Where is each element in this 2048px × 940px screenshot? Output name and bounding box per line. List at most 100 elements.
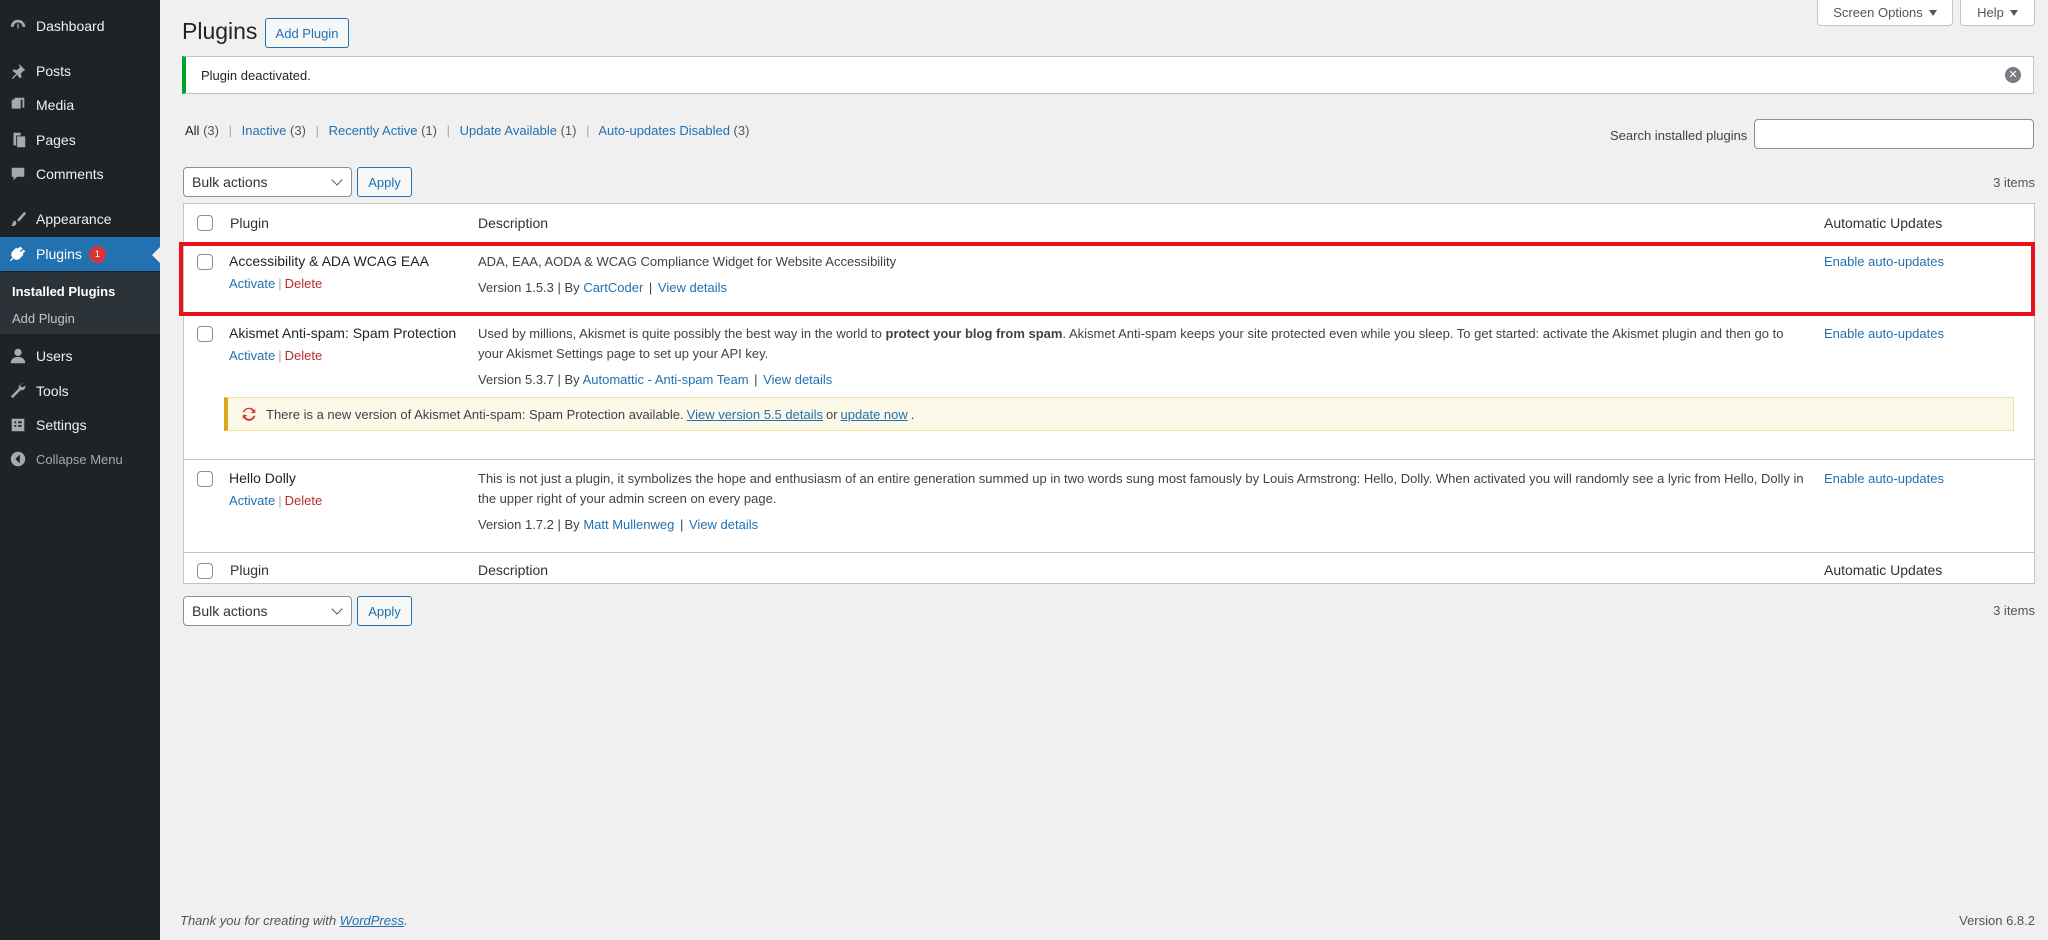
column-auto-updates: Automatic Updates: [1824, 562, 1943, 578]
plugin-version-info: Version 1.7.2 | By Matt Mullenweg | View…: [478, 517, 758, 532]
comment-icon: [0, 165, 36, 183]
bulk-actions-label: Bulk actions: [192, 174, 268, 190]
screen-options-button[interactable]: Screen Options: [1817, 0, 1953, 26]
select-all-checkbox[interactable]: [197, 215, 213, 231]
version-text: Version 1.5.3: [478, 280, 554, 295]
menu-appearance[interactable]: Appearance: [0, 202, 160, 236]
caret-down-icon: [1928, 9, 1937, 16]
filter-inactive-count: (3): [290, 123, 306, 138]
collapse-menu-label: Collapse Menu: [36, 451, 123, 467]
filter-update-available[interactable]: Update Available: [460, 123, 557, 138]
deactivated-notice: Plugin deactivated. ✕: [182, 56, 2034, 94]
screen-options-label: Screen Options: [1833, 5, 1923, 20]
items-count-top: 3 items: [1993, 175, 2035, 190]
delete-link[interactable]: Delete: [285, 493, 323, 508]
filter-all[interactable]: All: [185, 123, 199, 138]
bulk-actions-select-top[interactable]: Bulk actions: [183, 167, 352, 197]
submenu-installed-plugins[interactable]: Installed Plugins: [12, 284, 115, 299]
plugin-name: Accessibility & ADA WCAG EAA: [229, 253, 429, 269]
filter-separator: |: [586, 123, 590, 138]
menu-comments-label: Comments: [36, 166, 104, 182]
menu-dashboard[interactable]: Dashboard: [0, 9, 160, 43]
plugin-name: Akismet Anti-spam: Spam Protection: [229, 325, 457, 341]
update-notice-text: There is a new version of Akismet Anti-s…: [266, 406, 684, 422]
footer-thanks-text: Thank you for creating with: [180, 913, 337, 928]
update-count-badge: 1: [88, 245, 106, 263]
menu-tools-label: Tools: [36, 383, 69, 399]
select-all-checkbox[interactable]: [197, 563, 213, 579]
column-plugin: Plugin: [230, 215, 269, 231]
submenu-add-plugin[interactable]: Add Plugin: [12, 311, 75, 326]
enable-auto-updates-link[interactable]: Enable auto-updates: [1824, 471, 1944, 486]
delete-link[interactable]: Delete: [285, 348, 323, 363]
row-checkbox[interactable]: [197, 254, 213, 270]
view-details-link[interactable]: View details: [658, 280, 727, 295]
author-link[interactable]: CartCoder: [583, 280, 643, 295]
filter-inactive[interactable]: Inactive: [242, 123, 287, 138]
by-text: | By: [557, 280, 580, 295]
menu-comments[interactable]: Comments: [0, 157, 160, 191]
table-row: Hello Dolly Activate | Delete This is not …: [184, 459, 2034, 552]
activate-link[interactable]: Activate: [229, 276, 275, 291]
menu-media-label: Media: [36, 97, 75, 113]
add-plugin-button[interactable]: Add Plugin: [265, 18, 349, 48]
dismiss-icon[interactable]: ✕: [2005, 67, 2021, 83]
update-now-link[interactable]: update now: [841, 407, 908, 422]
pushpin-icon: [0, 62, 36, 80]
view-details-link[interactable]: View details: [689, 517, 758, 532]
filter-update-available-count: (1): [560, 123, 577, 138]
column-description: Description: [478, 215, 549, 231]
apply-button-bottom[interactable]: Apply: [357, 596, 412, 626]
apply-button-top[interactable]: Apply: [357, 167, 412, 197]
table-row: Akismet Anti-spam: Spam Protection Activ…: [184, 314, 2034, 459]
menu-pages[interactable]: Pages: [0, 123, 160, 157]
row-checkbox[interactable]: [197, 326, 213, 342]
enable-auto-updates-link[interactable]: Enable auto-updates: [1824, 254, 1944, 269]
description-bold: protect your blog from spam: [885, 326, 1063, 341]
menu-plugins[interactable]: Plugins 1: [0, 237, 160, 271]
page-title: Plugins: [182, 18, 258, 44]
author-link[interactable]: Automattic - Anti-spam Team: [583, 372, 749, 387]
delete-link[interactable]: Delete: [285, 276, 323, 291]
chevron-down-icon: [331, 603, 343, 615]
view-details-link[interactable]: View details: [763, 372, 832, 387]
collapse-icon: [0, 450, 36, 468]
activate-link[interactable]: Activate: [229, 348, 275, 363]
menu-plugins-label: Plugins: [36, 246, 82, 262]
menu-media[interactable]: Media: [0, 88, 160, 122]
filter-separator: |: [315, 123, 319, 138]
filter-autoupdates-disabled[interactable]: Auto-updates Disabled: [598, 123, 730, 138]
menu-appearance-label: Appearance: [36, 211, 112, 227]
menu-posts-label: Posts: [36, 63, 72, 79]
help-button[interactable]: Help: [1960, 0, 2035, 26]
footer-period: .: [404, 913, 408, 928]
plugins-submenu: Installed Plugins Add Plugin: [0, 272, 160, 334]
plugin-filters: All (3) | Inactive (3) | Recently Active…: [185, 123, 749, 138]
collapse-menu-button[interactable]: Collapse Menu: [0, 442, 160, 476]
activate-link[interactable]: Activate: [229, 493, 275, 508]
meta-separator: |: [754, 372, 758, 387]
row-checkbox[interactable]: [197, 471, 213, 487]
search-input[interactable]: [1754, 119, 2034, 149]
wordpress-link[interactable]: WordPress: [340, 913, 404, 928]
description-part: Used by millions, Akismet is quite possi…: [478, 326, 886, 341]
author-link[interactable]: Matt Mullenweg: [583, 517, 674, 532]
bulk-actions-select-bottom[interactable]: Bulk actions: [183, 596, 352, 626]
media-icon: [0, 96, 36, 114]
admin-sidebar: Dashboard Posts Media Pages Comments App…: [0, 0, 160, 940]
menu-users[interactable]: Users: [0, 339, 160, 373]
menu-dashboard-label: Dashboard: [36, 18, 105, 34]
column-description: Description: [478, 562, 549, 578]
version-text: Version 5.3.7: [478, 372, 554, 387]
pages-icon: [0, 131, 36, 149]
menu-tools[interactable]: Tools: [0, 374, 160, 408]
menu-pages-label: Pages: [36, 132, 76, 148]
menu-settings[interactable]: Settings: [0, 408, 160, 442]
menu-posts[interactable]: Posts: [0, 54, 160, 88]
dashboard-icon: [0, 17, 36, 35]
filter-recently-active[interactable]: Recently Active: [329, 123, 418, 138]
enable-auto-updates-link[interactable]: Enable auto-updates: [1824, 326, 1944, 341]
view-version-details-link[interactable]: View version 5.5 details: [687, 407, 823, 422]
wrench-icon: [0, 382, 36, 400]
version-text: Version 1.7.2: [478, 517, 554, 532]
